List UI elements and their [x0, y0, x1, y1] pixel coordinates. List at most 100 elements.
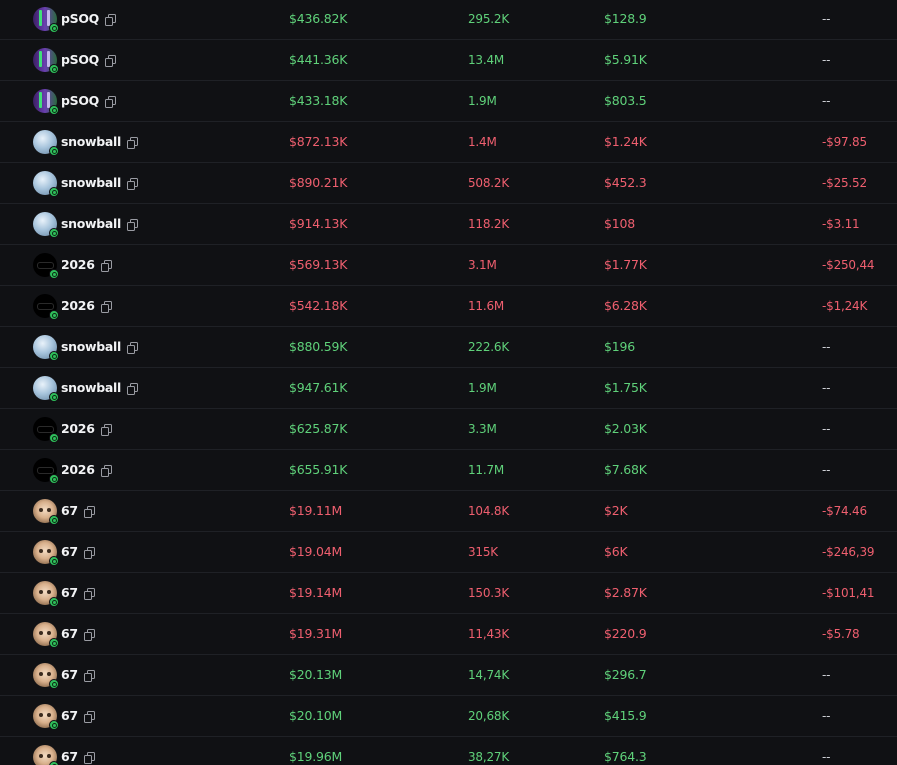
copy-icon[interactable] [100, 464, 112, 477]
67-token-icon[interactable] [33, 704, 59, 730]
token-name[interactable]: snowball [61, 327, 121, 367]
copy-icon[interactable] [83, 669, 95, 682]
67-token-icon[interactable] [33, 622, 59, 648]
snowball-token-icon[interactable] [33, 171, 59, 197]
pnl-value: -- [822, 463, 831, 477]
copy-icon[interactable] [100, 423, 112, 436]
psoq-token-icon[interactable] [33, 7, 59, 33]
token-name[interactable]: snowball [61, 368, 121, 408]
trade-row-14[interactable]: 67 $19.14M 150.3K $2.87K -$101,41 [0, 573, 897, 614]
token-name[interactable]: snowball [61, 163, 121, 203]
token-cell[interactable]: 67 [33, 491, 95, 531]
copy-icon[interactable] [127, 382, 139, 395]
copy-icon[interactable] [127, 341, 139, 354]
copy-icon[interactable] [127, 177, 139, 190]
token-cell[interactable]: 67 [33, 737, 95, 765]
token-name[interactable]: 67 [61, 573, 78, 613]
token-cell[interactable]: snowball [33, 122, 139, 162]
token-name[interactable]: 67 [61, 491, 78, 531]
67-token-icon[interactable] [33, 745, 59, 765]
token-cell[interactable]: 2026 [33, 245, 112, 285]
2026-token-icon[interactable] [33, 458, 59, 484]
67-token-icon[interactable] [33, 540, 59, 566]
copy-icon[interactable] [105, 13, 117, 26]
trade-row-1[interactable]: pSOQ $441.36K 13.4M $5.91K -- [0, 40, 897, 81]
copy-icon[interactable] [83, 710, 95, 723]
token-cell[interactable]: pSOQ [33, 40, 117, 80]
pnl-value: -$246,39 [822, 545, 875, 559]
copy-icon[interactable] [105, 54, 117, 67]
copy-icon[interactable] [83, 587, 95, 600]
token-cell[interactable]: 2026 [33, 450, 112, 490]
token-cell[interactable]: 67 [33, 614, 95, 654]
trade-row-18[interactable]: 67 $19.96M 38,27K $764.3 -- [0, 737, 897, 765]
snowball-token-icon[interactable] [33, 335, 59, 361]
token-cell[interactable]: pSOQ [33, 81, 117, 121]
token-name[interactable]: 2026 [61, 409, 95, 449]
token-name[interactable]: 67 [61, 614, 78, 654]
token-name[interactable]: 2026 [61, 245, 95, 285]
2026-token-icon[interactable] [33, 417, 59, 443]
trade-row-16[interactable]: 67 $20.13M 14,74K $296.7 -- [0, 655, 897, 696]
token-cell[interactable]: 67 [33, 573, 95, 613]
token-name[interactable]: 67 [61, 532, 78, 572]
67-token-icon[interactable] [33, 581, 59, 607]
psoq-token-icon[interactable] [33, 48, 59, 74]
token-cell[interactable]: snowball [33, 327, 139, 367]
trade-row-7[interactable]: 2026 $542.18K 11.6M $6.28K -$1,24K [0, 286, 897, 327]
token-cell[interactable]: pSOQ [33, 0, 117, 39]
copy-icon[interactable] [127, 136, 139, 149]
snowball-token-icon[interactable] [33, 212, 59, 238]
token-name[interactable]: pSOQ [61, 40, 99, 80]
token-name[interactable]: 2026 [61, 450, 95, 490]
token-cell[interactable]: snowball [33, 204, 139, 244]
trade-row-15[interactable]: 67 $19.31M 11,43K $220.9 -$5.78 [0, 614, 897, 655]
2026-token-icon[interactable] [33, 253, 59, 279]
token-cell[interactable]: snowball [33, 163, 139, 203]
trade-row-0[interactable]: pSOQ $436.82K 295.2K $128.9 -- [0, 0, 897, 40]
trade-row-9[interactable]: snowball $947.61K 1.9M $1.75K -- [0, 368, 897, 409]
token-name[interactable]: snowball [61, 204, 121, 244]
trade-row-2[interactable]: pSOQ $433.18K 1.9M $803.5 -- [0, 81, 897, 122]
trade-row-3[interactable]: snowball $872.13K 1.4M $1.24K -$97.85 [0, 122, 897, 163]
token-cell[interactable]: 67 [33, 655, 95, 695]
token-name[interactable]: 67 [61, 655, 78, 695]
usd-value: $803.5 [604, 93, 647, 108]
token-cell[interactable]: 2026 [33, 409, 112, 449]
token-name[interactable]: snowball [61, 122, 121, 162]
trade-row-10[interactable]: 2026 $625.87K 3.3M $2.03K -- [0, 409, 897, 450]
copy-icon[interactable] [83, 628, 95, 641]
snowball-token-icon[interactable] [33, 130, 59, 156]
market-cap-value: $436.82K [289, 11, 348, 26]
token-cell[interactable]: 2026 [33, 286, 112, 326]
trade-row-8[interactable]: snowball $880.59K 222.6K $196 -- [0, 327, 897, 368]
copy-icon[interactable] [105, 95, 117, 108]
token-name[interactable]: pSOQ [61, 81, 99, 121]
trade-row-13[interactable]: 67 $19.04M 315K $6K -$246,39 [0, 532, 897, 573]
copy-icon[interactable] [127, 218, 139, 231]
trade-row-5[interactable]: snowball $914.13K 118.2K $108 -$3.11 [0, 204, 897, 245]
copy-icon[interactable] [100, 259, 112, 272]
token-name[interactable]: 67 [61, 696, 78, 736]
67-token-icon[interactable] [33, 499, 59, 525]
token-cell[interactable]: 67 [33, 532, 95, 572]
token-cell[interactable]: 67 [33, 696, 95, 736]
trade-row-4[interactable]: snowball $890.21K 508.2K $452.3 -$25.52 [0, 163, 897, 204]
copy-icon[interactable] [100, 300, 112, 313]
copy-icon[interactable] [83, 505, 95, 518]
token-cell[interactable]: snowball [33, 368, 139, 408]
trade-row-6[interactable]: 2026 $569.13K 3.1M $1.77K -$250,44 [0, 245, 897, 286]
psoq-token-icon[interactable] [33, 89, 59, 115]
snowball-token-icon[interactable] [33, 376, 59, 402]
token-name[interactable]: 2026 [61, 286, 95, 326]
trade-row-17[interactable]: 67 $20.10M 20,68K $415.9 -- [0, 696, 897, 737]
copy-icon[interactable] [83, 546, 95, 559]
token-name[interactable]: pSOQ [61, 0, 99, 39]
trade-row-11[interactable]: 2026 $655.91K 11.7M $7.68K -- [0, 450, 897, 491]
copy-icon[interactable] [83, 751, 95, 764]
token-name[interactable]: 67 [61, 737, 78, 765]
trade-row-12[interactable]: 67 $19.11M 104.8K $2K -$74.46 [0, 491, 897, 532]
2026-token-icon[interactable] [33, 294, 59, 320]
67-token-icon[interactable] [33, 663, 59, 689]
token-amount-value: 104.8K [468, 504, 510, 518]
